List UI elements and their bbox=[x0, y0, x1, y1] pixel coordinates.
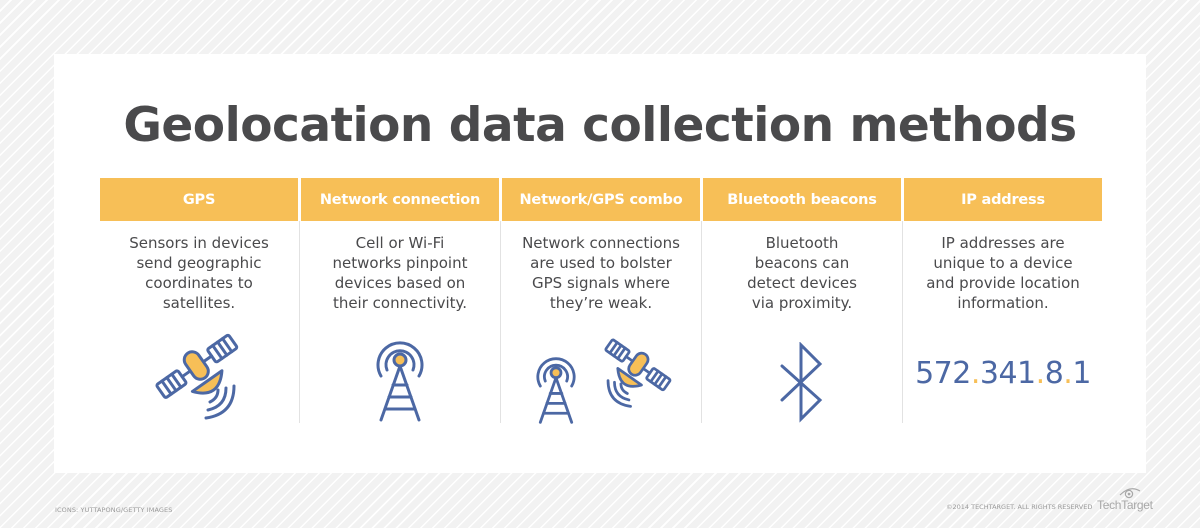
column-divider bbox=[500, 221, 501, 423]
desc-line: devices based on bbox=[334, 274, 466, 292]
ip-dot: . bbox=[970, 356, 981, 391]
desc-line: send geographic bbox=[136, 254, 262, 272]
ip-octet: 341 bbox=[979, 356, 1036, 391]
column-bluetooth-beacons: Bluetooth beacons Bluetooth beacons can … bbox=[703, 178, 901, 424]
column-divider bbox=[701, 221, 702, 423]
desc-line: they’re weak. bbox=[549, 294, 653, 312]
column-network-connection: Network connection Cell or Wi-Fi network… bbox=[301, 178, 499, 424]
satellite-icon bbox=[155, 333, 239, 420]
desc-line: Bluetooth bbox=[765, 234, 839, 252]
column-network-gps-combo: Network/GPS combo Network connections ar… bbox=[502, 178, 700, 424]
desc-line: IP addresses are bbox=[941, 234, 1065, 252]
ip-dot: . bbox=[1035, 356, 1046, 391]
ip-octet: 8 bbox=[1044, 356, 1064, 391]
desc-line: their connectivity. bbox=[332, 294, 468, 312]
desc-line: detect devices bbox=[747, 274, 857, 292]
desc-line: Cell or Wi-Fi bbox=[355, 234, 445, 252]
bluetooth-icon bbox=[780, 342, 823, 423]
desc-line: information. bbox=[957, 294, 1049, 312]
ip-address-example: 572.341.8.1 bbox=[904, 356, 1102, 391]
column-header: GPS bbox=[100, 178, 298, 221]
desc-line: satellites. bbox=[162, 294, 236, 312]
icon-credit: ICONS: YUTTAPONG/GETTY IMAGES bbox=[55, 506, 173, 514]
desc-line: Sensors in devices bbox=[129, 234, 269, 252]
column-divider bbox=[902, 221, 903, 423]
infographic-card: Geolocation data collection methods GPS … bbox=[54, 54, 1146, 473]
techtarget-logo: TechTarget bbox=[1097, 498, 1153, 512]
column-header: Bluetooth beacons bbox=[703, 178, 901, 221]
desc-line: GPS signals where bbox=[532, 274, 670, 292]
column-description: Network connections are used to bolster … bbox=[502, 233, 700, 313]
methods-grid: GPS Sensors in devices send geographic c… bbox=[100, 178, 1102, 424]
desc-line: unique to a device bbox=[933, 254, 1073, 272]
ip-dot: . bbox=[1063, 356, 1073, 391]
ip-octet: 572 bbox=[915, 356, 971, 391]
column-gps: GPS Sensors in devices send geographic c… bbox=[100, 178, 298, 424]
column-divider bbox=[299, 221, 300, 423]
column-header: Network/GPS combo bbox=[502, 178, 700, 221]
desc-line: networks pinpoint bbox=[332, 254, 468, 272]
desc-line: beacons can bbox=[754, 254, 850, 272]
satellite-icon bbox=[604, 338, 672, 408]
page-title: Geolocation data collection methods bbox=[123, 98, 1077, 153]
column-description: IP addresses are unique to a device and … bbox=[904, 233, 1102, 313]
column-header: IP address bbox=[904, 178, 1102, 221]
cell-tower-icon bbox=[536, 357, 576, 424]
desc-line: are used to bolster bbox=[530, 254, 672, 272]
column-description: Sensors in devices send geographic coord… bbox=[100, 233, 298, 313]
column-description: Bluetooth beacons can detect devices via… bbox=[703, 233, 901, 313]
desc-line: Network connections bbox=[522, 234, 680, 252]
desc-line: and provide location bbox=[926, 274, 1080, 292]
column-description: Cell or Wi-Fi networks pinpoint devices … bbox=[301, 233, 499, 313]
cell-tower-icon bbox=[376, 341, 424, 422]
ip-octet: 1 bbox=[1072, 356, 1091, 391]
desc-line: via proximity. bbox=[751, 294, 853, 312]
desc-line: coordinates to bbox=[145, 274, 253, 292]
column-header: Network connection bbox=[301, 178, 499, 221]
copyright: ©2014 TECHTARGET. ALL RIGHTS RESERVED bbox=[946, 503, 1093, 511]
column-ip-address: IP address IP addresses are unique to a … bbox=[904, 178, 1102, 424]
